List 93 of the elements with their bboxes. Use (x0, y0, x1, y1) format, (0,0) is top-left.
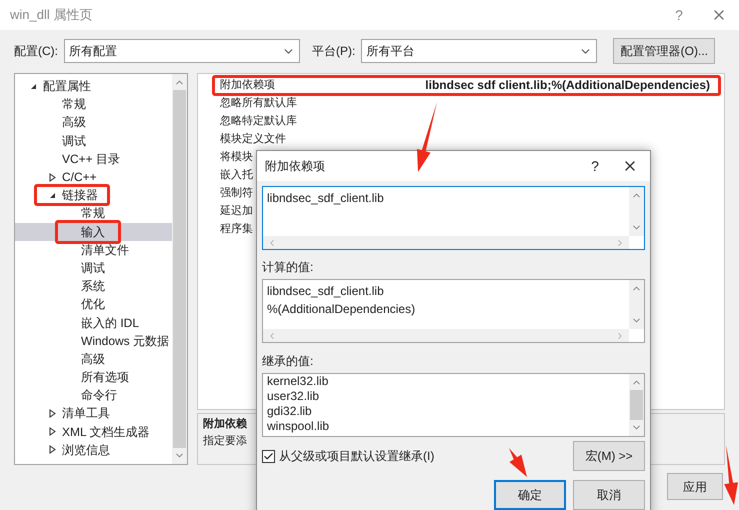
tree-item-label: 嵌入的 IDL (81, 314, 140, 332)
help-button[interactable]: ? (659, 0, 699, 30)
ok-button[interactable]: 确定 (494, 480, 566, 510)
expanded-caret-icon[interactable] (30, 82, 37, 90)
computed-label: 计算的值: (262, 259, 314, 276)
help-button[interactable]: ? (580, 152, 610, 180)
description-title: 附加依赖 (203, 416, 247, 432)
tree-item-label: 调试 (81, 260, 105, 277)
tree-item[interactable]: 常规 (15, 95, 172, 114)
tree-item[interactable]: 浏览信息 (15, 440, 172, 459)
property-name: 延迟加 (220, 204, 253, 219)
tree-item[interactable]: 所有选项 (15, 368, 172, 386)
tree-item[interactable]: Windows 元数据 (15, 332, 172, 350)
tree-item[interactable]: 常规 (15, 204, 172, 222)
tree-item-label: 常规 (81, 205, 105, 222)
highlight-box (55, 220, 121, 244)
property-name: 忽略特定默认库 (220, 114, 297, 129)
property-name: 程序集 (220, 222, 253, 237)
tree-item[interactable]: 命令行 (15, 386, 172, 404)
annotation-arrow (417, 102, 437, 172)
tree-item[interactable]: 调试 (15, 258, 172, 278)
tree-item[interactable]: 清单工具 (15, 404, 172, 423)
config-dropdown[interactable]: 所有配置 (64, 39, 300, 63)
property-row[interactable]: 模块定义文件 (198, 130, 724, 148)
tree-item-label: 链接器 (62, 187, 98, 204)
inherited-line: kernel32.lib (267, 374, 330, 389)
tree-item[interactable]: 嵌入的 IDL (15, 313, 172, 332)
tree-item-label: 命令行 (81, 387, 117, 404)
expanded-caret-icon[interactable] (49, 192, 56, 199)
property-row[interactable]: 附加依赖项 libndsec sdf client.lib;%(AdditionalDependencies) (198, 76, 724, 94)
config-manager-button[interactable]: 配置管理器(O)... (613, 38, 716, 64)
tree-item[interactable]: 链接器 (15, 186, 172, 204)
description-text: 指定要添 (203, 434, 247, 448)
tree-item[interactable]: VC++ 目录 (15, 150, 172, 168)
macro-button[interactable]: 宏(M) >> (573, 441, 645, 471)
annotation-arrow (724, 445, 738, 505)
tree-item-label: 高级 (81, 350, 105, 368)
tree-item[interactable]: 调试 (15, 132, 172, 150)
apply-button[interactable]: 应用 (667, 473, 723, 500)
dialog-title: 附加依赖项 (265, 158, 325, 175)
inherited-line: user32.lib (267, 389, 320, 404)
tree-item[interactable]: XML 文档生成器 (15, 422, 172, 441)
platform-label: 平台(P): (312, 43, 356, 60)
edit-line: libndsec_sdf_client.lib (267, 190, 385, 207)
tree-item[interactable]: 清单文件 (15, 240, 172, 259)
computed-line: %(AdditionalDependencies) (267, 301, 416, 318)
tree-item-label: Windows 元数据 (81, 332, 170, 350)
tree-item-label: 清单文件 (81, 242, 129, 259)
tree-item-label: 清单工具 (62, 405, 110, 422)
tree-item[interactable]: 优化 (15, 295, 172, 314)
inherit-checkbox[interactable] (262, 450, 275, 462)
property-name: 模块定义文件 (220, 132, 286, 147)
inherited-label: 继承的值: (262, 353, 314, 370)
tree-item-label: 调试 (62, 132, 86, 150)
property-row[interactable]: 忽略所有默认库 (198, 94, 724, 112)
tree-item-label: 浏览信息 (62, 442, 110, 459)
collapsed-caret-icon[interactable] (49, 172, 56, 182)
inherited-line: gdi32.lib (267, 404, 313, 419)
tree-item[interactable]: 高级 (15, 350, 172, 368)
checkbox-label: 从父级或项目默认设置继承(I) (279, 448, 434, 465)
window-title: win_dll 属性页 (10, 6, 92, 24)
tree-item-label: 优化 (81, 296, 105, 314)
tree-item-label: XML 文档生成器 (62, 424, 150, 441)
cancel-button[interactable]: 取消 (573, 480, 645, 510)
annotation-arrow (509, 448, 527, 477)
property-name: 忽略所有默认库 (220, 96, 297, 111)
scrollbar[interactable] (629, 374, 644, 436)
edit-field[interactable]: libndsec_sdf_client.lib (262, 186, 645, 250)
tree-item[interactable]: C/C++ (15, 168, 172, 186)
property-row[interactable]: 忽略特定默认库 (198, 112, 724, 130)
tree-item[interactable]: 配置属性 (15, 77, 172, 96)
computed-line: libndsec_sdf_client.lib (267, 283, 385, 300)
inherited-line: winspool.lib (267, 419, 330, 434)
property-value: libndsec sdf client.lib;%(AdditionalDependencies) (425, 77, 710, 94)
scrollbar[interactable] (172, 74, 187, 464)
tree-item-label: 输入 (81, 224, 105, 241)
tree-item[interactable]: 系统 (15, 277, 172, 296)
tree-item-label: 所有选项 (81, 369, 129, 386)
tree-item-label: 高级 (62, 114, 86, 132)
scroll-thumb[interactable] (173, 90, 186, 448)
tree-item-label: 配置属性 (43, 78, 91, 96)
tree-item-label: 系统 (81, 278, 105, 296)
scrollbar[interactable] (629, 280, 644, 329)
tree-item-label: C/C++ (62, 169, 97, 186)
tree-item-label: 常规 (62, 96, 86, 114)
tree-item-label: VC++ 目录 (62, 150, 120, 168)
tree-item[interactable]: 高级 (15, 113, 172, 132)
tree-item[interactable]: 输入 (15, 222, 172, 241)
config-label: 配置(C): (14, 43, 58, 60)
scroll-thumb[interactable] (630, 390, 643, 420)
property-name: 附加依赖项 (220, 78, 275, 93)
scrollbar[interactable] (629, 187, 644, 236)
platform-dropdown[interactable]: 所有平台 (361, 39, 598, 63)
